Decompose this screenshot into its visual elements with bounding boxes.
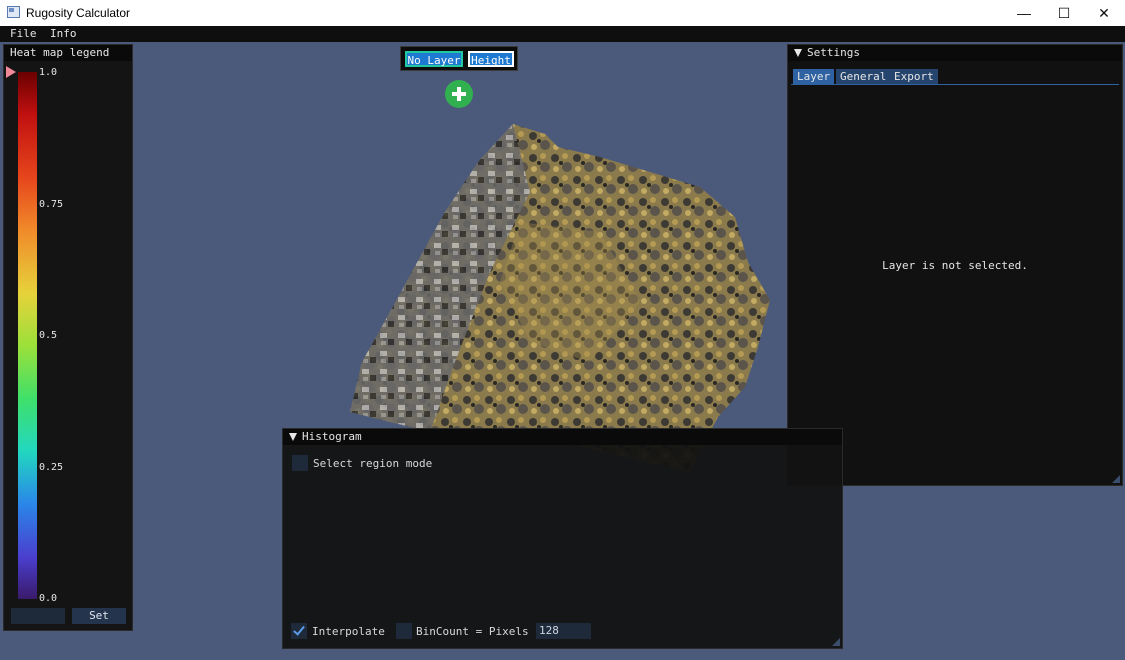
bincount-checkbox[interactable] bbox=[396, 623, 412, 639]
select-region-checkbox[interactable] bbox=[292, 455, 308, 471]
legend-marker-icon[interactable] bbox=[6, 66, 16, 78]
maximize-icon[interactable]: ☐ bbox=[1044, 0, 1084, 26]
heat-map-legend-panel: Heat map legend 1.0 0.75 0.5 0.25 0.0 Se… bbox=[3, 44, 133, 631]
legend-tick: 0.0 bbox=[39, 593, 58, 604]
layer-status-message: Layer is not selected. bbox=[882, 259, 1028, 272]
histogram-panel: Histogram Select region mode Interpolate… bbox=[282, 428, 843, 649]
collapse-arrow-icon bbox=[794, 49, 802, 57]
tab-export[interactable]: Export bbox=[890, 69, 938, 84]
app-icon bbox=[7, 6, 20, 18]
window-title: Rugosity Calculator bbox=[26, 6, 131, 20]
legend-tick: 0.5 bbox=[39, 330, 58, 341]
bincount-label: BinCount = Pixels bbox=[416, 625, 529, 638]
settings-title: Settings bbox=[807, 46, 860, 59]
menu-bar: File Info bbox=[0, 26, 1125, 42]
resize-grip-icon[interactable] bbox=[1112, 475, 1120, 483]
add-layer-button[interactable] bbox=[445, 80, 473, 108]
tab-layer[interactable]: Layer bbox=[793, 69, 835, 84]
legend-tick: 1.0 bbox=[39, 67, 58, 78]
interpolate-checkbox[interactable] bbox=[291, 623, 307, 639]
color-scale-bar bbox=[18, 72, 37, 599]
settings-header[interactable]: Settings bbox=[788, 45, 1122, 61]
tab-underline bbox=[791, 84, 1119, 85]
legend-tick: 0.25 bbox=[39, 462, 64, 473]
tab-general[interactable]: General bbox=[836, 69, 891, 84]
collapse-arrow-icon bbox=[289, 433, 297, 441]
minimize-icon[interactable]: — bbox=[1004, 0, 1044, 26]
height-layer-button[interactable]: Height bbox=[468, 51, 514, 67]
no-layer-button[interactable]: No Layer bbox=[405, 51, 463, 67]
close-icon[interactable]: ✕ bbox=[1084, 0, 1124, 26]
window-titlebar: Rugosity Calculator — ☐ ✕ bbox=[0, 0, 1125, 26]
histogram-title: Histogram bbox=[302, 430, 362, 443]
interpolate-label: Interpolate bbox=[312, 625, 385, 638]
histogram-header[interactable]: Histogram bbox=[283, 429, 842, 445]
menu-file[interactable]: File bbox=[10, 27, 37, 41]
menu-info[interactable]: Info bbox=[50, 27, 77, 41]
legend-tick: 0.75 bbox=[39, 199, 64, 210]
settings-panel: Settings Layer General Export Layer is n… bbox=[787, 44, 1123, 486]
set-button[interactable]: Set bbox=[72, 608, 126, 624]
legend-value-input[interactable] bbox=[11, 608, 65, 624]
select-region-label: Select region mode bbox=[313, 457, 433, 470]
resize-grip-icon[interactable] bbox=[832, 638, 840, 646]
legend-title: Heat map legend bbox=[4, 45, 132, 61]
bincount-input[interactable]: 128 bbox=[536, 623, 591, 639]
layer-selector: No Layer Height bbox=[400, 46, 518, 71]
